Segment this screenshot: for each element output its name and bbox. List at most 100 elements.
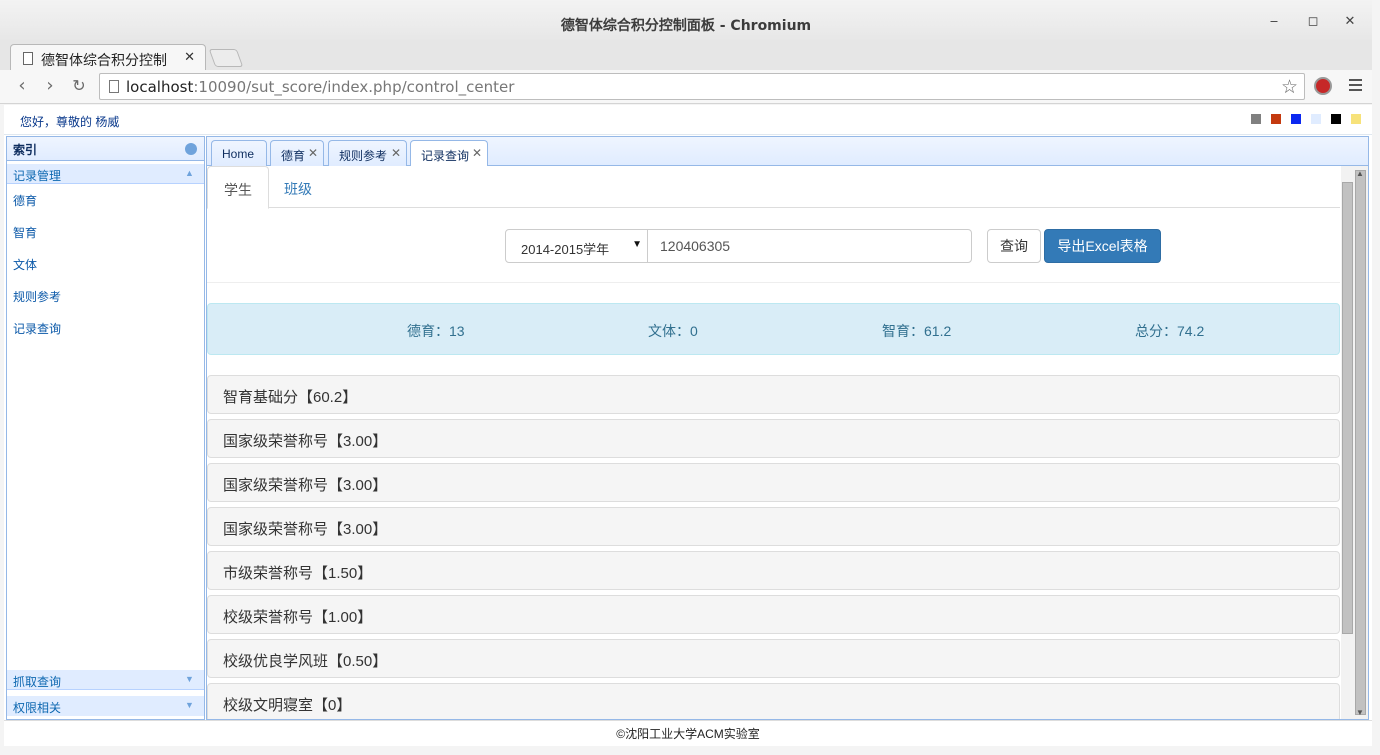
extension-icon[interactable] (1314, 77, 1332, 95)
content-scrollbar[interactable]: ▲ ▼ (1341, 166, 1368, 719)
sidebar-title: 索引 (13, 143, 38, 157)
main-panel: Home 德育 ✕ 规则参考 ✕ 记录查询 ✕ 学生 班级 2014-2015学… (206, 136, 1369, 720)
browser-tab[interactable]: 德智体综合积分控制 ✕ (10, 44, 206, 72)
divider (207, 282, 1340, 283)
export-excel-button[interactable]: 导出Excel表格 (1044, 229, 1161, 263)
theme-swatch-yellow[interactable] (1351, 114, 1361, 124)
sidebar-header: 索引 (7, 137, 204, 161)
theme-swatch-gray[interactable] (1251, 114, 1261, 124)
page-icon (109, 80, 119, 93)
sports-score: 文体：0 (648, 323, 698, 339)
new-tab-button[interactable] (208, 49, 244, 67)
sidebar: 索引 记录管理 ▲ 德育 智育 文体 规则参考 记录查询 抓取查询 ▼ 权限相关… (6, 136, 205, 720)
tab-label: Home (222, 147, 255, 161)
caret-down-icon: ▼ (632, 239, 642, 250)
query-button[interactable]: 查询 (987, 229, 1041, 263)
subtab-student[interactable]: 学生 (207, 166, 269, 209)
record-title: 校级优良学风班【0.50】 (223, 653, 388, 670)
section-fetch-query[interactable]: 抓取查询 ▼ (7, 670, 204, 690)
theme-swatch-orange[interactable] (1271, 114, 1281, 124)
tab-record-query[interactable]: 记录查询 ✕ (410, 140, 488, 167)
tab-label: 德育 (281, 149, 306, 163)
record-panel[interactable]: 市级荣誉称号【1.50】 (207, 551, 1340, 590)
subtabs: 学生 班级 (207, 166, 1340, 209)
tab-close-icon[interactable]: ✕ (308, 146, 318, 160)
collapse-sidebar-icon[interactable] (185, 143, 197, 155)
back-icon[interactable]: ‹ (12, 76, 32, 96)
page-icon (23, 52, 33, 65)
menu-icon[interactable] (1349, 79, 1362, 94)
record-query-content: 学生 班级 2014-2015学年 ▼ 120406305 查询 导出Excel… (207, 166, 1340, 719)
record-title: 校级文明寝室【0】 (223, 697, 352, 714)
record-title: 国家级荣誉称号【3.00】 (223, 433, 388, 450)
section-record-management[interactable]: 记录管理 ▲ (7, 164, 204, 184)
theme-swatch-lightblue[interactable] (1311, 114, 1321, 124)
year-select-value: 2014-2015学年 (521, 242, 610, 257)
reload-icon[interactable]: ↻ (69, 76, 89, 96)
browser-tab-title: 德智体综合积分控制 (41, 53, 167, 69)
url-text: localhost:10090/sut_score/index.php/cont… (126, 78, 515, 96)
page-scrollbar-thumb[interactable] (1355, 170, 1366, 715)
theme-swatch-blue[interactable] (1291, 114, 1301, 124)
scroll-down-icon[interactable]: ▼ (1356, 708, 1364, 717)
total-score: 总分：74.2 (1135, 323, 1205, 339)
sidebar-item-rules[interactable]: 规则参考 (13, 288, 61, 305)
score-summary: 德育：13 文体：0 智育：61.2 总分：74.2 (207, 303, 1340, 355)
tab-home[interactable]: Home (211, 140, 267, 166)
tab-moral[interactable]: 德育 ✕ (270, 140, 324, 166)
record-panel[interactable]: 校级优良学风班【0.50】 (207, 639, 1340, 678)
browser-toolbar: ‹ › ↻ localhost:10090/sut_score/index.ph… (0, 70, 1372, 104)
record-panel[interactable]: 校级文明寝室【0】 (207, 683, 1340, 719)
chevron-down-icon: ▼ (185, 674, 194, 684)
top-bar: 您好，尊敬的 杨威 (4, 105, 1372, 135)
tab-close-icon[interactable]: ✕ (391, 146, 401, 160)
record-title: 智育基础分【60.2】 (223, 389, 358, 406)
sidebar-item-sports[interactable]: 文体 (13, 256, 37, 273)
forward-icon[interactable]: › (40, 76, 60, 96)
maximize-icon[interactable]: ◻ (1303, 12, 1323, 32)
tab-close-icon[interactable]: ✕ (472, 146, 482, 160)
sidebar-item-intellect[interactable]: 智育 (13, 224, 37, 241)
bookmark-star-icon[interactable]: ☆ (1281, 76, 1298, 98)
browser-window: 德智体综合积分控制面板 - Chromium ‒ ◻ ✕ 德智体综合积分控制 ✕… (0, 0, 1380, 755)
footer: ©沈阳工业大学ACM实验室 (4, 720, 1372, 742)
sidebar-item-record-query[interactable]: 记录查询 (13, 320, 61, 337)
record-panel[interactable]: 智育基础分【60.2】 (207, 375, 1340, 414)
section-label: 抓取查询 (13, 675, 62, 689)
section-label: 记录管理 (13, 169, 62, 183)
intellect-score: 智育：61.2 (882, 323, 952, 339)
address-bar[interactable]: localhost:10090/sut_score/index.php/cont… (99, 73, 1305, 100)
tab-rules[interactable]: 规则参考 ✕ (328, 140, 407, 166)
tab-close-icon[interactable]: ✕ (184, 50, 195, 65)
greeting-text: 您好，尊敬的 杨威 (20, 115, 120, 129)
record-panel[interactable]: 国家级荣誉称号【3.00】 (207, 463, 1340, 502)
section-permissions[interactable]: 权限相关 ▼ (7, 696, 204, 716)
browser-tabstrip: 德智体综合积分控制 ✕ (0, 40, 1372, 72)
minimize-icon[interactable]: ‒ (1264, 12, 1284, 32)
scrollbar-thumb[interactable] (1342, 182, 1353, 634)
window-titlebar: 德智体综合积分控制面板 - Chromium ‒ ◻ ✕ (0, 0, 1372, 44)
chevron-up-icon: ▲ (185, 168, 194, 178)
moral-score: 德育：13 (407, 323, 465, 339)
web-page: 您好，尊敬的 杨威 索引 记录管理 ▲ 德育 智育 文体 规则参考 记录查询 抓… (4, 105, 1372, 746)
record-panel[interactable]: 国家级荣誉称号【3.00】 (207, 419, 1340, 458)
record-title: 国家级荣誉称号【3.00】 (223, 521, 388, 538)
record-panel[interactable]: 校级荣誉称号【1.00】 (207, 595, 1340, 634)
section-label: 权限相关 (13, 701, 62, 715)
app-tabs: Home 德育 ✕ 规则参考 ✕ 记录查询 ✕ (207, 137, 1368, 167)
close-window-icon[interactable]: ✕ (1340, 12, 1360, 32)
theme-swatch-black[interactable] (1331, 114, 1341, 124)
tab-label: 记录查询 (421, 149, 470, 163)
year-select[interactable]: 2014-2015学年 ▼ (505, 229, 648, 263)
record-title: 市级荣誉称号【1.50】 (223, 565, 373, 582)
window-title: 德智体综合积分控制面板 - Chromium (560, 18, 812, 34)
record-title: 校级荣誉称号【1.00】 (223, 609, 373, 626)
student-id-input[interactable]: 120406305 (647, 229, 972, 263)
subtab-class[interactable]: 班级 (268, 166, 328, 209)
record-title: 国家级荣誉称号【3.00】 (223, 477, 388, 494)
sidebar-item-moral[interactable]: 德育 (13, 192, 37, 209)
record-panel[interactable]: 国家级荣誉称号【3.00】 (207, 507, 1340, 546)
tab-label: 规则参考 (339, 149, 388, 163)
scroll-up-icon[interactable]: ▲ (1356, 169, 1364, 178)
chevron-down-icon: ▼ (185, 700, 194, 710)
